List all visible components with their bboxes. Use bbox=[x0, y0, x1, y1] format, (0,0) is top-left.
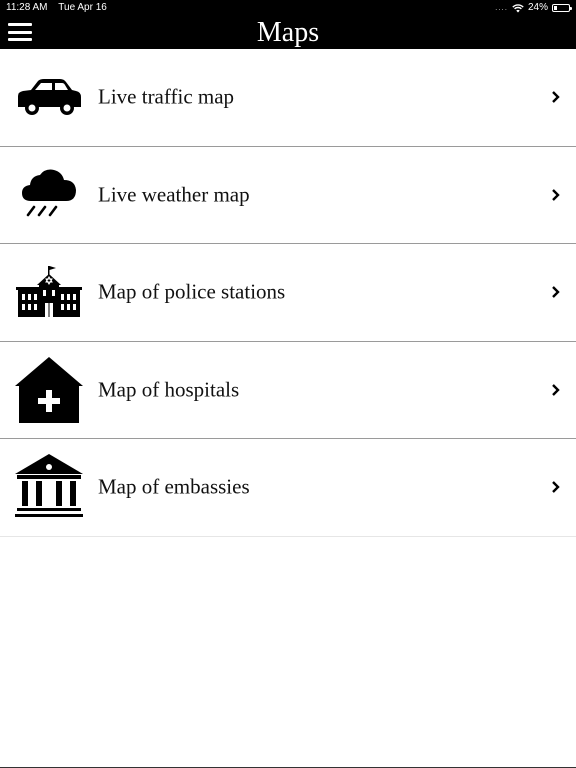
list-item-label: Map of embassies bbox=[98, 474, 250, 499]
chevron-right-icon bbox=[552, 481, 560, 494]
rain-cloud-icon bbox=[14, 160, 84, 230]
list-item-map-of-police-stations[interactable]: Map of police stations bbox=[0, 244, 576, 342]
wifi-icon bbox=[512, 3, 524, 12]
embassy-icon bbox=[14, 452, 84, 522]
list-item-live-traffic-map[interactable]: Live traffic map bbox=[0, 49, 576, 147]
list-item-label: Map of police stations bbox=[98, 279, 286, 304]
signal-icon: .... bbox=[495, 3, 508, 12]
battery-percent: 24% bbox=[527, 2, 548, 13]
chevron-right-icon bbox=[552, 188, 560, 201]
hospital-icon bbox=[14, 355, 84, 425]
battery-icon bbox=[552, 4, 572, 12]
list-item-label: Map of hospitals bbox=[98, 377, 240, 402]
list-item-map-of-embassies[interactable]: Map of embassies bbox=[0, 439, 576, 537]
status-time: 11:28 AM bbox=[6, 2, 48, 13]
list-item-map-of-hospitals[interactable]: Map of hospitals bbox=[0, 342, 576, 439]
list-item-label: Live traffic map bbox=[98, 84, 235, 109]
maps-list: Live traffic map Live weather map Map of… bbox=[0, 49, 576, 537]
list-item-label: Live weather map bbox=[98, 182, 250, 207]
chevron-right-icon bbox=[552, 286, 560, 299]
status-date: Tue Apr 16 bbox=[58, 2, 107, 13]
police-station-icon bbox=[14, 257, 84, 327]
page-title: Maps bbox=[256, 17, 320, 48]
status-bar: 11:28 AM Tue Apr 16 .... 24% bbox=[0, 0, 576, 16]
battery-fill bbox=[554, 6, 558, 10]
car-icon bbox=[14, 62, 84, 132]
chevron-right-icon bbox=[552, 91, 560, 104]
nav-bar: Maps bbox=[0, 16, 576, 49]
chevron-right-icon bbox=[552, 383, 560, 396]
list-item-live-weather-map[interactable]: Live weather map bbox=[0, 147, 576, 244]
